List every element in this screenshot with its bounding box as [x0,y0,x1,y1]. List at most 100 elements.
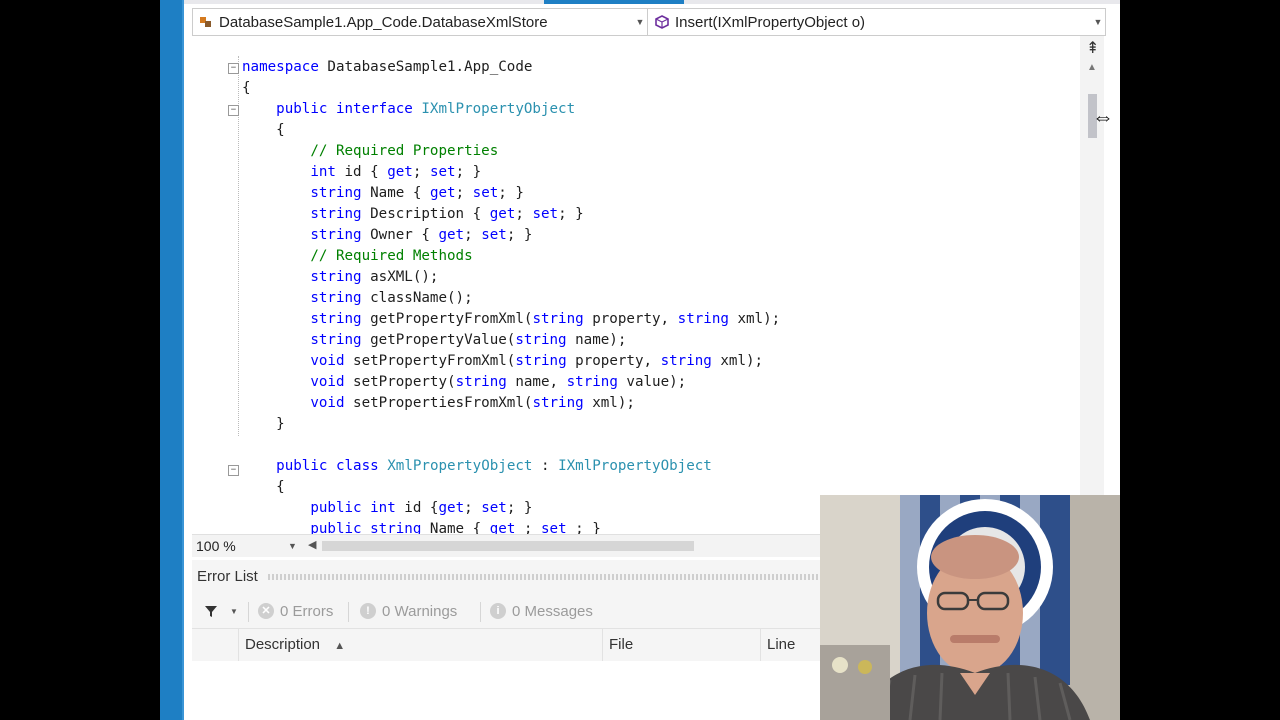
fold-toggle-class[interactable]: − [228,465,239,476]
code-token: ; } [558,206,584,222]
code-token: // Required Properties [310,143,499,159]
sort-ascending-icon: ▲ [334,640,346,652]
code-line[interactable]: string getPropertyFromXml(string propert… [242,309,780,330]
code-token: ; } [506,227,533,243]
code-token: ; [455,185,473,201]
warning-icon: ! [360,603,376,619]
code-line[interactable]: int id { get; set; } [242,162,481,183]
code-token: string [370,521,422,534]
code-token: getPropertyValue( [361,332,516,348]
code-token: int [370,500,396,516]
code-editor[interactable]: − − − namespace DatabaseSample1.App_Code… [192,36,1080,534]
code-line[interactable]: public interface IXmlPropertyObject [242,99,575,120]
code-token: string [310,227,362,243]
code-line[interactable]: string className(); [242,288,472,309]
code-token: string [310,269,362,285]
filter-icon[interactable] [204,594,218,628]
panel-grip[interactable] [268,574,828,580]
code-line[interactable]: public int id {get; set; } [242,498,532,519]
code-line[interactable]: namespace DatabaseSample1.App_Code [242,57,532,78]
chevron-down-icon[interactable]: ▼ [633,17,647,27]
chevron-down-icon[interactable]: ▼ [230,594,238,628]
scroll-left-icon[interactable]: ◀ [308,538,316,551]
code-token: Description { [361,206,490,222]
errors-filter-button[interactable]: ✕ 0 Errors [258,594,333,628]
toolbar-separator [480,602,481,622]
code-line[interactable]: // Required Properties [242,141,498,162]
member-dropdown[interactable]: Insert(IXmlPropertyObject o) ▼ [649,9,1105,35]
active-tab-indicator[interactable] [544,0,684,4]
column-file[interactable]: File [602,629,759,661]
code-token: { [242,80,251,96]
code-token: string [532,311,584,327]
code-line[interactable]: string Owner { get; set; } [242,225,532,246]
code-token: get [438,227,465,243]
webcam-overlay [820,495,1120,720]
code-token: ; [412,164,430,180]
code-token: getPropertyFromXml( [361,311,533,327]
zoom-level[interactable]: 100 % [196,538,236,554]
fold-toggle-interface[interactable]: − [228,105,239,116]
code-token: id { [395,500,439,516]
code-token: set [429,164,456,180]
code-token: class [335,458,379,474]
chevron-down-icon[interactable]: ▼ [288,541,297,551]
code-token: set [540,521,567,534]
code-token: string [455,374,507,390]
navigation-bar: DatabaseSample1.App_Code.DatabaseXmlStor… [192,8,1106,36]
type-dropdown[interactable]: DatabaseSample1.App_Code.DatabaseXmlStor… [193,9,648,35]
code-line[interactable]: public string Name { get ; set ; } [242,519,600,534]
split-window-icon[interactable]: ⇞ [1086,38,1099,58]
code-line[interactable]: // Required Methods [242,246,472,267]
code-token: void [310,395,345,411]
code-line[interactable]: { [242,120,285,141]
toolbar-separator [248,602,249,622]
code-line[interactable]: string getPropertyValue(string name); [242,330,626,351]
code-token: setPropertyFromXml( [344,353,516,369]
code-token: xml); [711,353,764,369]
left-accent-strip [160,0,184,720]
code-line[interactable]: public class XmlPropertyObject : IXmlPro… [242,456,712,477]
code-line[interactable]: void setPropertiesFromXml(string xml); [242,393,635,414]
code-token: namespace [242,59,319,75]
code-line[interactable]: { [242,477,285,498]
code-token: ; } [506,500,533,516]
code-token: string [566,374,618,390]
code-token: string [310,206,362,222]
scroll-up-icon[interactable]: ▲ [1087,62,1097,73]
code-token: get [438,500,465,516]
code-token: int [310,164,336,180]
code-line[interactable]: string Name { get; set; } [242,183,524,204]
type-dropdown-label: DatabaseSample1.App_Code.DatabaseXmlStor… [219,13,548,31]
horizontal-scrollbar-thumb[interactable] [322,541,694,551]
code-token: Name { [421,521,490,534]
code-line[interactable]: } [242,414,285,435]
messages-filter-button[interactable]: i 0 Messages [490,594,593,628]
code-token: xml); [728,311,781,327]
member-dropdown-label: Insert(IXmlPropertyObject o) [675,13,866,31]
fold-toggle-namespace[interactable]: − [228,63,239,74]
code-token: property, [566,353,661,369]
chevron-down-icon[interactable]: ▼ [1091,17,1105,27]
column-description[interactable]: Description ▲ [238,629,601,661]
code-line[interactable]: string asXML(); [242,267,438,288]
code-token: void [310,353,345,369]
code-line[interactable]: { [242,78,251,99]
errors-count: 0 Errors [280,602,334,620]
code-line[interactable]: string Description { get; set; } [242,204,584,225]
code-line[interactable]: void setPropertyFromXml(string property,… [242,351,763,372]
code-token: XmlPropertyObject [387,458,533,474]
code-token: public [276,101,328,117]
code-line[interactable]: void setProperty(string name, string val… [242,372,686,393]
class-icon [197,13,215,31]
warnings-filter-button[interactable]: ! 0 Warnings [360,594,457,628]
